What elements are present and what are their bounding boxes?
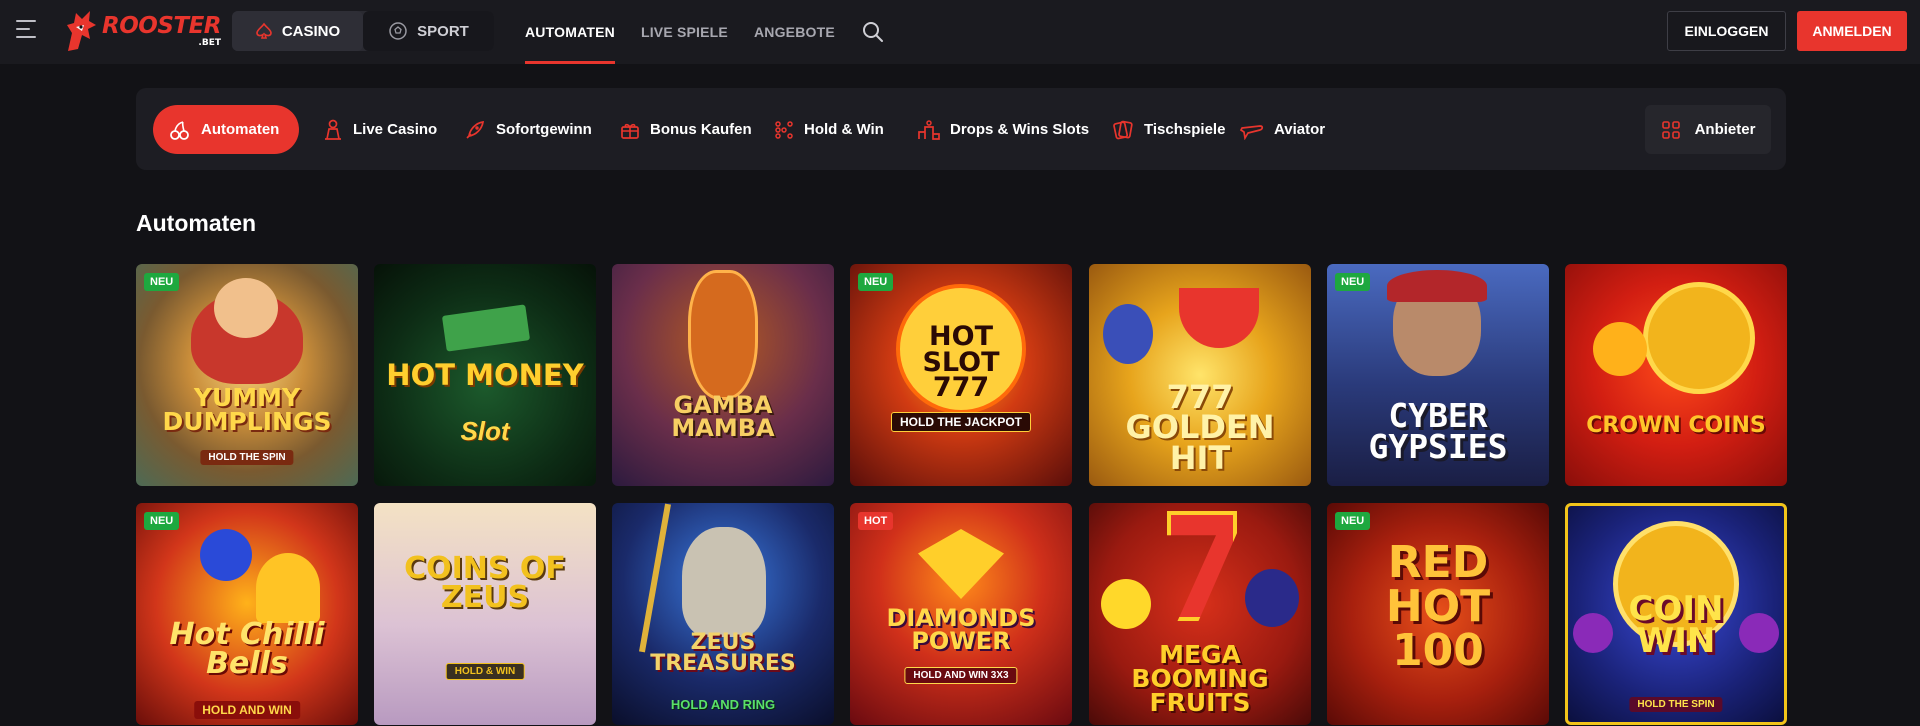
new-badge: NEU: [144, 512, 180, 530]
new-badge: NEU: [1335, 512, 1371, 530]
game-title: COIN WIN: [1628, 589, 1724, 662]
game-tile-coin-win[interactable]: COIN WIN HOLD THE SPIN: [1565, 503, 1787, 725]
game-subtitle: HOLD THE JACKPOT: [890, 412, 1032, 432]
category-label: Sofortgewinn: [496, 121, 592, 138]
podium-icon: [918, 119, 940, 140]
category-hold-win[interactable]: Hold & Win: [774, 105, 884, 154]
game-subtitle: HOLD THE SPIN: [200, 450, 294, 465]
game-subtitle: HOLD & WIN: [445, 663, 525, 680]
sport-switch-label: SPORT: [417, 22, 469, 40]
login-button[interactable]: EINLOGGEN: [1667, 11, 1786, 51]
provider-label: Anbieter: [1694, 121, 1756, 138]
category-live-casino[interactable]: Live Casino: [323, 105, 437, 154]
game-tile-hot-slot[interactable]: NEU HOT SLOT 777 HOLD THE JACKPOT: [850, 264, 1072, 486]
new-badge: NEU: [858, 273, 894, 291]
cards-icon: [1113, 120, 1133, 139]
category-bonus-kaufen[interactable]: Bonus Kaufen: [620, 105, 752, 154]
game-title: GAMBA MAMBA: [671, 391, 775, 442]
game-title: CROWN COINS: [1586, 413, 1766, 438]
top-header: ROOSTER .BET CASINO SPORT AUTOMATEN LIVE…: [0, 0, 1920, 64]
category-label: Drops & Wins Slots: [950, 121, 1090, 138]
category-aviator[interactable]: Aviator: [1240, 105, 1325, 154]
game-tile-golden-hit[interactable]: 777 GOLDEN HIT: [1089, 264, 1311, 486]
game-title: ZEUS TREASURES: [650, 630, 796, 676]
rocket-icon: [466, 120, 485, 139]
game-tile-zeus-treasures[interactable]: ZEUS TREASURES HOLD AND RING: [612, 503, 834, 725]
category-automaten[interactable]: Automaten: [153, 105, 300, 154]
game-title: MEGA BOOMING FRUITS: [1131, 640, 1269, 717]
category-label: Tischspiele: [1144, 121, 1226, 138]
game-title: HOT MONEY: [386, 358, 584, 392]
rooster-head-icon: [67, 11, 96, 51]
category-label: Automaten: [201, 121, 280, 138]
category-sofortgewinn[interactable]: Sofortgewinn: [464, 105, 592, 154]
category-bar: Automaten Live Casino Sofortgewinn Bonus…: [136, 88, 1786, 170]
game-tile-cyber-gypsies[interactable]: NEU CYBER GYPSIES: [1327, 264, 1549, 486]
game-title: 777 GOLDEN HIT: [1125, 378, 1275, 477]
casino-switch-label: CASINO: [281, 22, 341, 40]
game-tile-hot-chilli-bells[interactable]: NEU Hot Chilli Bells HOLD AND WIN: [136, 503, 358, 725]
category-label: Live Casino: [353, 121, 438, 138]
game-subtitle: HOLD AND WIN 3X3: [904, 667, 1018, 684]
category-label: Hold & Win: [804, 121, 884, 138]
nav-live-spiele[interactable]: LIVE SPIELE: [641, 0, 728, 64]
rooster-bet-logo[interactable]: ROOSTER .BET: [64, 6, 222, 56]
top-nav: AUTOMATEN LIVE SPIELE ANGEBOTE: [525, 0, 885, 64]
game-tile-yummy-dumplings[interactable]: NEU YUMMY DUMPLINGS HOLD THE SPIN: [136, 264, 358, 486]
category-tischspiele[interactable]: Tischspiele: [1112, 105, 1225, 154]
game-tile-gamba-mamba[interactable]: GAMBA MAMBA: [612, 264, 834, 486]
plane-icon: [1240, 124, 1264, 140]
spade-icon: [256, 22, 272, 39]
category-label: Aviator: [1274, 121, 1326, 138]
game-title: DIAMONDS POWER: [886, 604, 1036, 655]
section-title: Automaten: [136, 210, 257, 236]
sport-switch-button[interactable]: SPORT: [363, 11, 494, 51]
cherries-icon: [170, 120, 189, 140]
game-title: YUMMY DUMPLINGS: [162, 383, 332, 436]
new-badge: NEU: [1335, 273, 1371, 291]
game-subtitle: HOLD THE SPIN: [1629, 697, 1723, 712]
game-tile-coins-of-zeus[interactable]: COINS OF ZEUS HOLD & WIN: [374, 503, 596, 725]
dots-grid-icon: [775, 120, 793, 139]
game-tile-crown-coins[interactable]: CROWN COINS: [1565, 264, 1787, 486]
register-button[interactable]: ANMELDEN: [1797, 11, 1907, 51]
dealer-icon: [325, 119, 341, 140]
provider-button[interactable]: Anbieter: [1645, 105, 1771, 154]
new-badge: NEU: [144, 273, 180, 291]
nav-angebote[interactable]: ANGEBOTE: [754, 0, 835, 64]
game-title: HOT SLOT 777: [922, 321, 1000, 404]
category-label: Bonus Kaufen: [650, 121, 752, 138]
game-title: COINS OF ZEUS: [404, 551, 566, 615]
soccer-ball-icon: [389, 22, 407, 40]
game-tile-hot-money[interactable]: HOT MONEY Slot: [374, 264, 596, 486]
search-icon[interactable]: [861, 20, 885, 44]
game-subtitle: HOLD AND WIN: [194, 701, 300, 719]
gift-icon: [621, 123, 639, 139]
game-subtitle: HOLD AND RING: [670, 697, 776, 712]
menu-icon[interactable]: [16, 20, 40, 42]
grid-icon: [1661, 120, 1680, 139]
game-tile-mega-booming-fruits[interactable]: MEGA BOOMING FRUITS: [1089, 503, 1311, 725]
logo-wordmark: ROOSTER: [102, 12, 222, 39]
logo-suffix: .BET: [198, 37, 221, 48]
game-subtitle: Slot: [460, 416, 510, 446]
category-drops-wins[interactable]: Drops & Wins Slots: [918, 105, 1089, 154]
game-title: RED HOT 100: [1385, 537, 1491, 676]
hot-badge: HOT: [858, 512, 894, 530]
product-switch: CASINO SPORT: [232, 11, 494, 51]
game-tile-red-hot-100[interactable]: NEU RED HOT 100: [1327, 503, 1549, 725]
casino-switch-button[interactable]: CASINO: [232, 11, 363, 51]
game-title: Hot Chilli Bells: [169, 617, 325, 681]
nav-automaten[interactable]: AUTOMATEN: [525, 0, 615, 64]
game-tile-diamonds-power[interactable]: HOT DIAMONDS POWER HOLD AND WIN 3X3: [850, 503, 1072, 725]
game-title: CYBER GYPSIES: [1368, 396, 1508, 467]
